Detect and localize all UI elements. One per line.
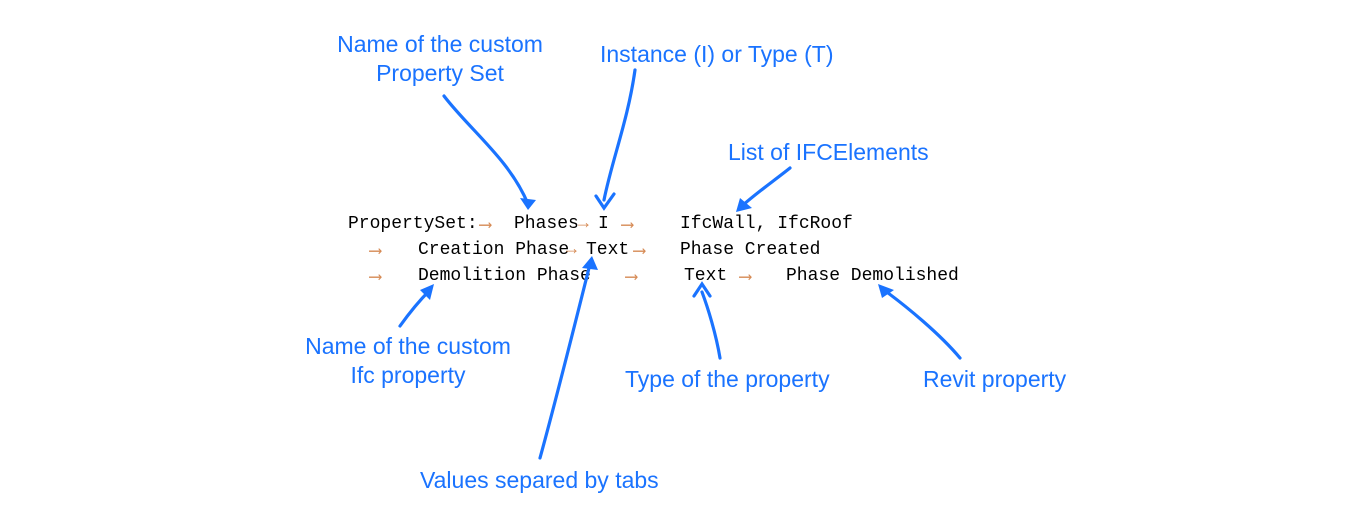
tab-arrow-icon: ⟶	[622, 214, 633, 236]
code-row-value: Phase Created	[680, 240, 820, 260]
tab-arrow-icon: ⟶	[626, 266, 637, 288]
tab-arrow-icon: →	[578, 214, 589, 234]
annotation-pset-name: Name of the custom Property Set	[310, 30, 570, 88]
code-row-name: Creation Phase	[418, 240, 569, 260]
code-propertyset-label: PropertySet:	[348, 214, 478, 234]
annotation-revit-prop: Revit property	[923, 365, 1066, 394]
annotation-ifc-elements: List of IFCElements	[728, 138, 929, 167]
annotation-prop-type: Type of the property	[625, 365, 830, 394]
code-row-value: Phase Demolished	[786, 266, 959, 286]
annotation-tabs: Values separed by tabs	[420, 466, 659, 495]
code-ifc-elements: IfcWall, IfcRoof	[680, 214, 853, 234]
code-row-name: Demolition Phase	[418, 266, 591, 286]
annotation-ifc-property: Name of the custom Ifc property	[288, 332, 528, 390]
tab-arrow-icon: ⟶	[480, 214, 491, 236]
tab-arrow-icon: ⟶	[634, 240, 645, 262]
tab-arrow-icon: ⟶	[370, 240, 381, 262]
code-pset-name: Phases	[514, 214, 579, 234]
annotation-instance-or-type: Instance (I) or Type (T)	[600, 40, 833, 69]
tab-arrow-icon: ⟶	[370, 266, 381, 288]
tab-arrow-icon: ⟶	[740, 266, 751, 288]
tab-arrow-icon: →	[566, 240, 577, 260]
diagram-stage: Name of the custom Property Set Instance…	[0, 0, 1366, 517]
code-row-type: Text	[684, 266, 727, 286]
code-row-type: Text	[586, 240, 629, 260]
code-instance-flag: I	[598, 214, 609, 234]
